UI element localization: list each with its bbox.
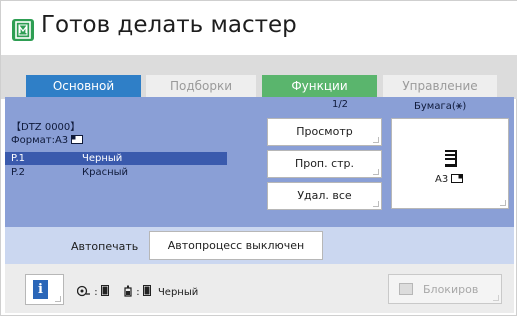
tab-bar: Основной Подборки Функции Управление — [1, 55, 517, 99]
paper-size-label: A3 — [435, 174, 449, 185]
autoprint-bar: Автопечать Автопроцесс выключен — [5, 227, 514, 264]
preview-button-label: Просмотр — [296, 125, 353, 138]
paper-button[interactable]: A3 — [391, 118, 509, 209]
paper-label: Бумага( — [414, 101, 456, 112]
main-panel: 1/2 Бумага(⚹) 【DTZ 0000】 Формат:A3 P.1 Ч… — [5, 97, 514, 227]
format-line: Формат:A3 — [11, 134, 84, 147]
skip-page-button[interactable]: Проп. стр. — [267, 150, 382, 178]
colon: : — [94, 287, 98, 298]
drum-position: P.1 — [11, 153, 26, 164]
master-roll-icon — [76, 285, 90, 297]
drum-row[interactable]: P.1 Черный — [5, 152, 227, 165]
corner-mark-icon — [493, 295, 499, 301]
footer: i : : Черный Блокиров — [5, 264, 514, 313]
paper-size: A3 — [435, 174, 464, 185]
master-icon — [12, 19, 34, 41]
info-icon: i — [33, 280, 48, 299]
tab-management[interactable]: Управление — [383, 75, 497, 97]
delete-all-button[interactable]: Удал. все — [267, 182, 382, 210]
delete-all-button-label: Удал. все — [297, 189, 352, 202]
lock-icon — [399, 283, 413, 295]
skip-page-button-label: Проп. стр. — [294, 157, 355, 170]
ink-color: Черный — [157, 287, 199, 298]
autoprocess-button[interactable]: Автопроцесс выключен — [149, 231, 323, 260]
ink-cartridge-icon — [124, 285, 132, 297]
ink-level-icon — [142, 285, 151, 296]
corner-mark-icon — [500, 200, 506, 206]
drum-color: Черный — [82, 153, 123, 164]
drum-position: P.2 — [11, 167, 26, 178]
drum-color: Красный — [82, 167, 129, 178]
job-info: 【DTZ 0000】 Формат:A3 — [11, 121, 84, 147]
page-title: Готов делать мастер — [41, 12, 297, 38]
lock-button[interactable]: Блокиров — [388, 274, 502, 304]
header: Готов делать мастер — [1, 1, 517, 55]
corner-mark-icon — [55, 296, 61, 302]
job-name: 【DTZ 0000】 — [11, 122, 81, 133]
corner-mark-icon — [373, 201, 379, 207]
paper-header: Бумага(⚹) — [414, 99, 466, 113]
tab-programs[interactable]: Подборки — [146, 75, 256, 97]
colon: : — [136, 287, 140, 298]
lock-button-label: Блокиров — [423, 283, 479, 296]
drum-row[interactable]: P.2 Красный — [5, 166, 227, 179]
landscape-icon — [71, 135, 84, 144]
page-indicator: 1/2 — [331, 99, 349, 110]
info-button[interactable]: i — [25, 274, 64, 305]
tab-basic[interactable]: Основной — [26, 75, 141, 97]
tab-functions[interactable]: Функции — [262, 75, 377, 97]
corner-mark-icon — [373, 169, 379, 175]
landscape-icon — [451, 174, 464, 183]
format-label: Формат:A3 — [11, 135, 69, 146]
preview-button[interactable]: Просмотр — [267, 118, 382, 146]
master-level-icon — [100, 285, 109, 296]
paper-label-suffix: ) — [462, 101, 467, 112]
paper-stack-icon — [445, 150, 457, 167]
autoprint-label: Автопечать — [71, 240, 139, 253]
ink-status: : Черный — [123, 285, 198, 298]
printer-panel: Готов делать мастер Основной Подборки Фу… — [0, 0, 517, 316]
master-status: : — [76, 285, 109, 298]
corner-mark-icon — [373, 137, 379, 143]
